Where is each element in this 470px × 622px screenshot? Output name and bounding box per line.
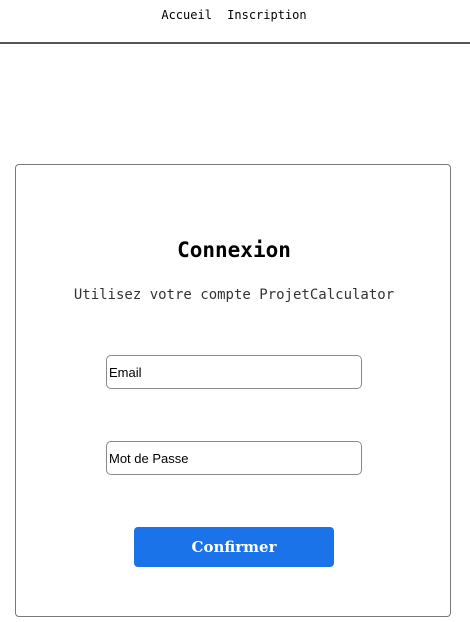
confirm-button[interactable]: Confirmer xyxy=(134,527,334,567)
page-title: Connexion xyxy=(177,238,291,262)
nav-links: Accueil Inscription xyxy=(0,8,468,22)
nav-link-accueil[interactable]: Accueil xyxy=(161,8,212,22)
nav-link-inscription[interactable]: Inscription xyxy=(227,8,306,22)
top-navigation: Accueil Inscription xyxy=(0,0,470,44)
page-subtitle: Utilisez votre compte ProjetCalculator xyxy=(73,287,395,303)
email-field[interactable] xyxy=(106,355,362,389)
password-field[interactable] xyxy=(106,441,362,475)
